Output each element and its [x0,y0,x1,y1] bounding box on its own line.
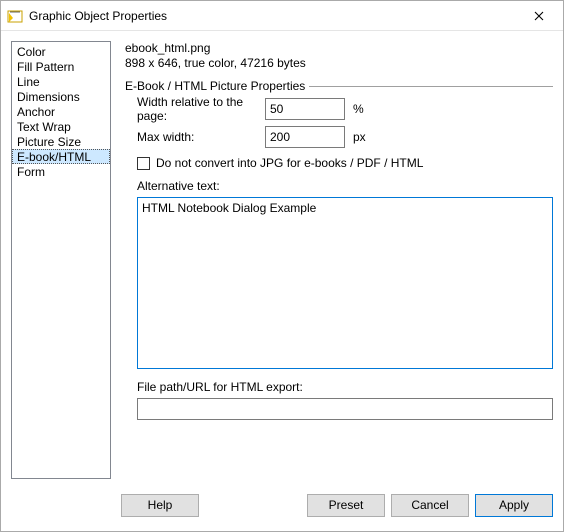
file-info: ebook_html.png 898 x 646, true color, 47… [125,41,553,71]
sidebar-item-label: Picture Size [17,135,81,149]
sidebar-item-label: Line [17,75,40,89]
titlebar: Graphic Object Properties [1,1,563,31]
sidebar-item-form[interactable]: Form [12,164,110,179]
sidebar-item-ebook-html[interactable]: E-book/HTML [12,149,110,164]
dialog-body: Color Fill Pattern Line Dimensions Ancho… [1,31,563,489]
sidebar-item-label: Color [17,45,46,59]
file-name: ebook_html.png [125,41,553,56]
sidebar-item-label: E-book/HTML [17,150,91,164]
help-button[interactable]: Help [121,494,199,517]
window-title: Graphic Object Properties [29,9,519,23]
dialog-footer: Help Preset Cancel Apply [1,489,563,531]
sidebar-item-label: Fill Pattern [17,60,74,74]
sidebar-item-label: Text Wrap [17,120,71,134]
category-list[interactable]: Color Fill Pattern Line Dimensions Ancho… [11,41,111,479]
max-width-unit: px [353,130,366,144]
file-path-label: File path/URL for HTML export: [137,380,553,394]
main-panel: ebook_html.png 898 x 646, true color, 47… [125,41,553,479]
sidebar-item-line[interactable]: Line [12,74,110,89]
app-icon [7,8,23,24]
sidebar-item-label: Form [17,165,45,179]
file-details: 898 x 646, true color, 47216 bytes [125,56,553,71]
preset-button[interactable]: Preset [307,494,385,517]
width-relative-label: Width relative to the page: [137,95,265,123]
alt-text-input[interactable] [137,197,553,369]
close-button[interactable] [519,2,559,30]
file-path-input[interactable] [137,398,553,420]
group-separator [309,86,553,87]
sidebar-item-text-wrap[interactable]: Text Wrap [12,119,110,134]
sidebar-item-color[interactable]: Color [12,44,110,59]
width-relative-input[interactable] [265,98,345,120]
max-width-label: Max width: [137,130,265,144]
ebook-html-group: E-Book / HTML Picture Properties Width r… [125,75,553,420]
convert-checkbox[interactable] [137,157,150,170]
cancel-button[interactable]: Cancel [391,494,469,517]
dialog-window: Graphic Object Properties Color Fill Pat… [0,0,564,532]
sidebar-item-dimensions[interactable]: Dimensions [12,89,110,104]
sidebar-item-label: Dimensions [17,90,80,104]
sidebar-item-label: Anchor [17,105,55,119]
apply-button[interactable]: Apply [475,494,553,517]
close-icon [534,11,544,21]
sidebar-item-picture-size[interactable]: Picture Size [12,134,110,149]
group-title: E-Book / HTML Picture Properties [125,79,305,93]
width-relative-unit: % [353,102,364,116]
convert-checkbox-row[interactable]: Do not convert into JPG for e-books / PD… [137,153,553,173]
sidebar-item-anchor[interactable]: Anchor [12,104,110,119]
sidebar-item-fill-pattern[interactable]: Fill Pattern [12,59,110,74]
convert-checkbox-label: Do not convert into JPG for e-books / PD… [156,156,423,170]
alt-text-label: Alternative text: [137,179,553,193]
max-width-input[interactable] [265,126,345,148]
